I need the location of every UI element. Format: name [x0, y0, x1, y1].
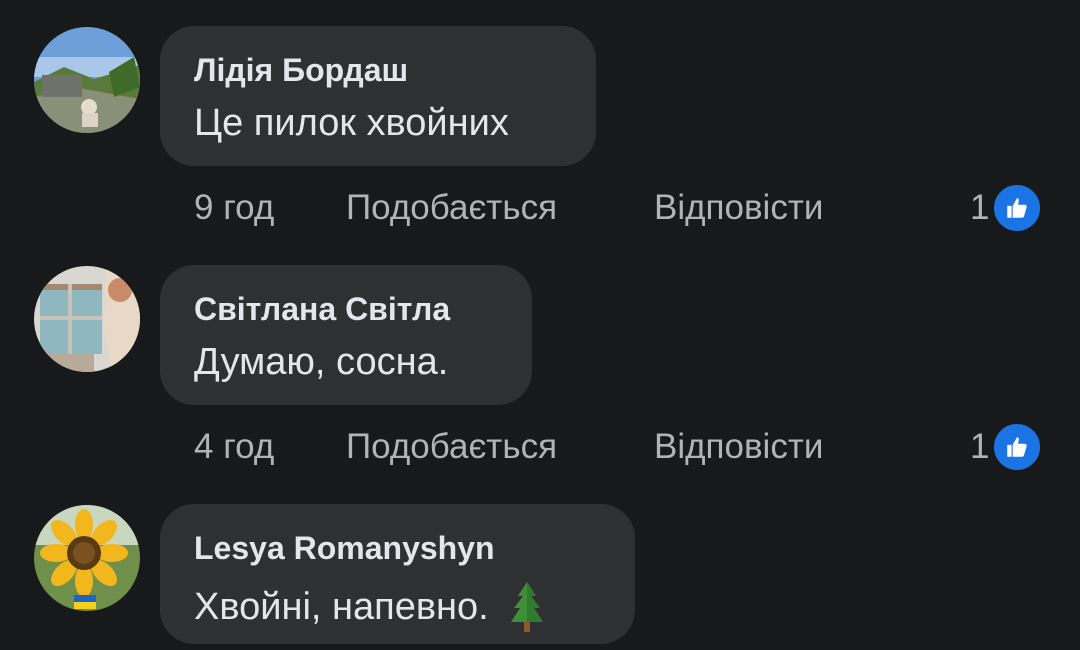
landscape-photo-icon	[34, 27, 140, 133]
comment-bubble: Lesya Romanyshyn Хвойні, напевно.	[160, 504, 635, 644]
comment-author[interactable]: Lesya Romanyshyn	[194, 530, 495, 567]
like-button[interactable]: Подобається	[346, 188, 557, 228]
avatar[interactable]	[34, 505, 140, 611]
comment-bubble: Лідія Бордаш Це пилок хвойних	[160, 26, 596, 166]
comment-bubble: Світлана Світла Думаю, сосна.	[160, 265, 532, 405]
like-button[interactable]: Подобається	[346, 427, 557, 467]
comment-text: Хвойні, напевно.	[194, 580, 545, 634]
reaction-count: 1	[970, 188, 990, 227]
comment-author[interactable]: Лідія Бордаш	[194, 52, 408, 89]
reaction-summary[interactable]: 1	[970, 182, 1044, 234]
thumbs-up-icon	[991, 421, 1044, 473]
avatar[interactable]	[34, 27, 140, 133]
comment-author[interactable]: Світлана Світла	[194, 291, 450, 328]
sunflower-photo-icon	[34, 505, 140, 611]
avatar[interactable]	[34, 266, 140, 372]
comment-text: Думаю, сосна.	[194, 341, 449, 383]
reaction-count: 1	[970, 427, 990, 466]
evergreen-tree-icon	[509, 580, 545, 634]
reaction-summary[interactable]: 1	[970, 421, 1044, 473]
comment-timestamp[interactable]: 9 год	[194, 188, 274, 228]
comment-text: Це пилок хвойних	[194, 102, 509, 144]
reply-button[interactable]: Відповісти	[654, 188, 823, 228]
comment-timestamp[interactable]: 4 год	[194, 427, 274, 467]
reply-button[interactable]: Відповісти	[654, 427, 823, 467]
thumbs-up-icon	[991, 182, 1044, 234]
comment-text-content: Хвойні, напевно.	[194, 585, 489, 628]
window-photo-icon	[34, 266, 140, 372]
